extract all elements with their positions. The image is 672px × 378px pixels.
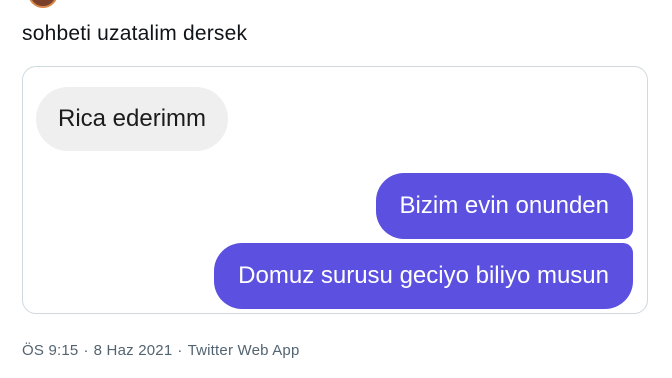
avatar[interactable] (28, 0, 58, 8)
tweet-meta: ÖS 9:15 · 8 Haz 2021 · Twitter Web App (22, 342, 300, 359)
outgoing-message-bubble: Bizim evin onunden (375, 173, 633, 239)
chat-screenshot-card[interactable]: Rica ederimm Bizim evin onunden Domuz su… (22, 66, 648, 314)
outgoing-message-bubble: Domuz surusu geciyo biliyo musun (214, 243, 633, 309)
meta-separator: · (83, 342, 89, 359)
tweet-view: sohbeti uzatalim dersek Rica ederimm Biz… (0, 0, 672, 378)
incoming-message-bubble: Rica ederimm (36, 87, 229, 151)
tweet-date[interactable]: 8 Haz 2021 (94, 342, 173, 359)
tweet-time[interactable]: ÖS 9:15 (22, 342, 78, 359)
meta-separator: · (177, 342, 183, 359)
tweet-text: sohbeti uzatalim dersek (22, 22, 248, 45)
tweet-source: Twitter Web App (187, 342, 300, 359)
